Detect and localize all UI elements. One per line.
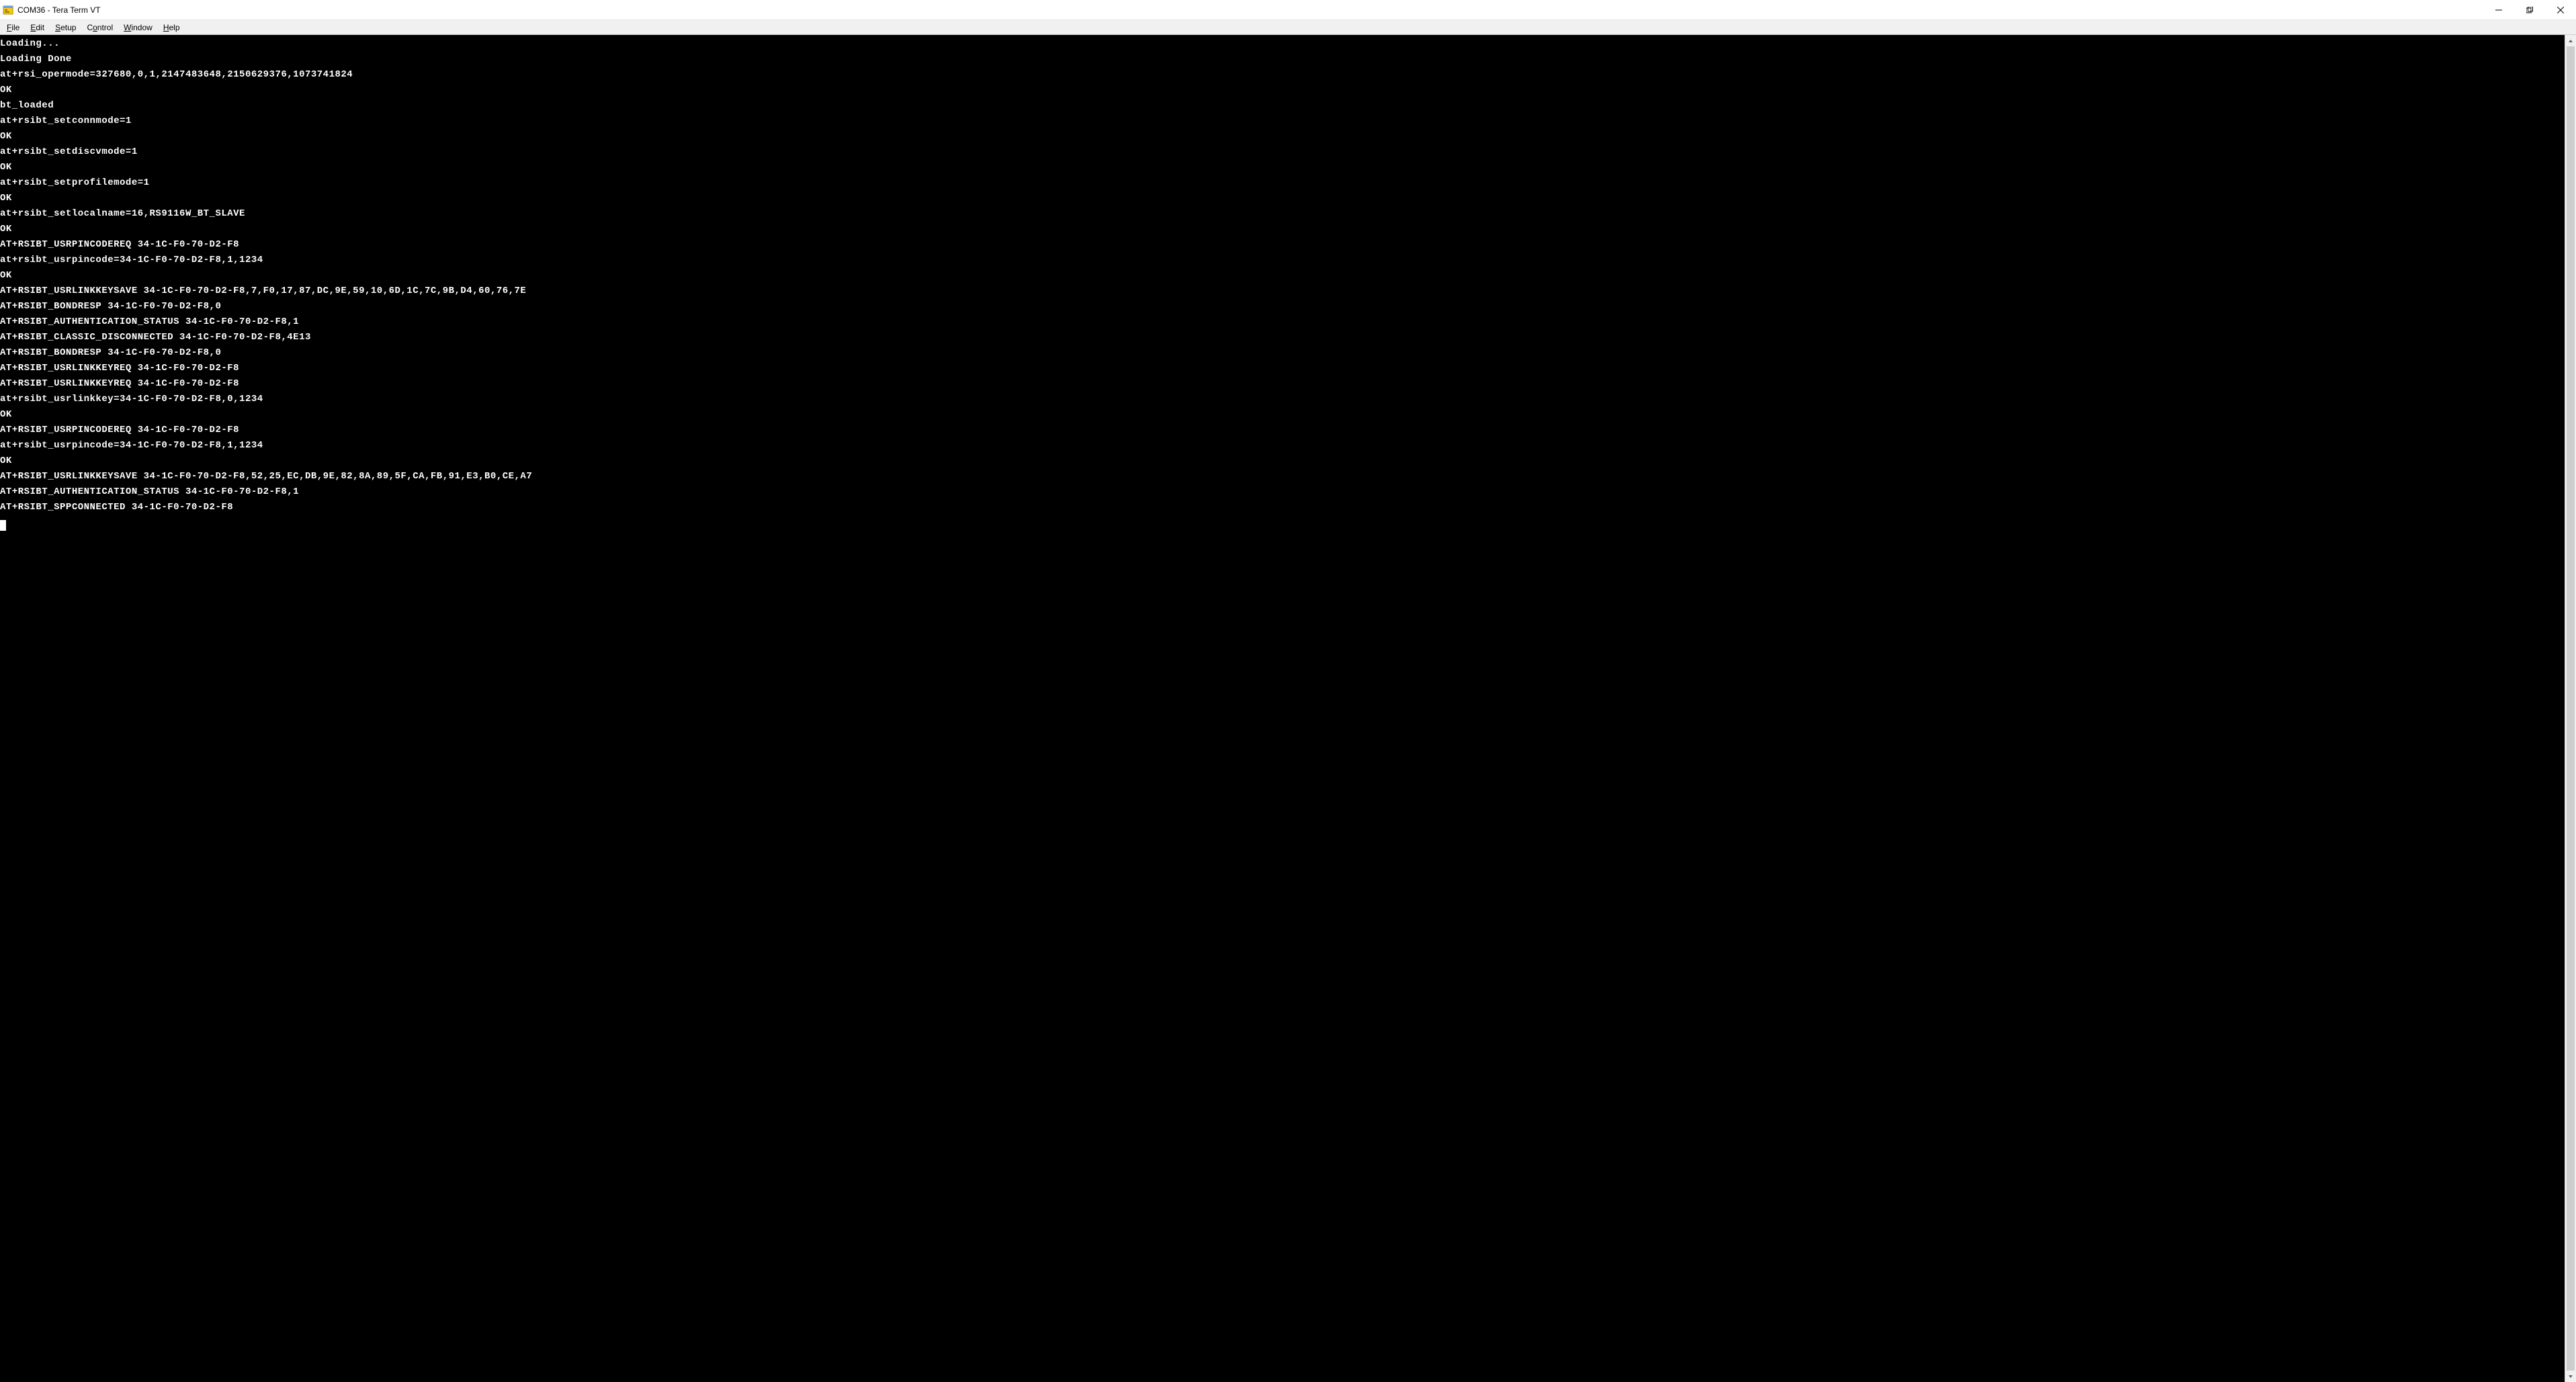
- cursor-icon: [0, 520, 6, 531]
- terminal-line: OK: [0, 268, 2565, 284]
- terminal-line: at+rsibt_usrpincode=34-1C-F0-70-D2-F8,1,…: [0, 438, 2565, 454]
- terminal[interactable]: Loading...Loading Doneat+rsi_opermode=32…: [0, 35, 2565, 1382]
- terminal-line: AT+RSIBT_USRPINCODEREQ 34-1C-F0-70-D2-F8: [0, 423, 2565, 438]
- terminal-line: Loading...: [0, 36, 2565, 52]
- minimize-button[interactable]: [2483, 0, 2514, 19]
- window-title: COM36 - Tera Term VT: [17, 5, 101, 15]
- terminal-line: OK: [0, 407, 2565, 423]
- terminal-line: AT+RSIBT_USRLINKKEYREQ 34-1C-F0-70-D2-F8: [0, 361, 2565, 376]
- terminal-line: Loading Done: [0, 52, 2565, 67]
- terminal-line: at+rsi_opermode=327680,0,1,2147483648,21…: [0, 67, 2565, 83]
- close-button[interactable]: [2545, 0, 2576, 19]
- terminal-line: AT+RSIBT_CLASSIC_DISCONNECTED 34-1C-F0-7…: [0, 330, 2565, 345]
- terminal-line: at+rsibt_setprofilemode=1: [0, 175, 2565, 191]
- terminal-line: at+rsibt_setlocalname=16,RS9116W_BT_SLAV…: [0, 206, 2565, 222]
- menu-item-window[interactable]: Window: [118, 20, 158, 34]
- terminal-line: at+rsibt_setconnmode=1: [0, 114, 2565, 129]
- titlebar[interactable]: COM36 - Tera Term VT: [0, 0, 2576, 20]
- menu-item-edit[interactable]: Edit: [25, 20, 50, 34]
- vertical-scrollbar[interactable]: [2565, 35, 2576, 1382]
- terminal-line: AT+RSIBT_USRLINKKEYREQ 34-1C-F0-70-D2-F8: [0, 376, 2565, 392]
- terminal-line: AT+RSIBT_AUTHENTICATION_STATUS 34-1C-F0-…: [0, 314, 2565, 330]
- terminal-line: OK: [0, 222, 2565, 237]
- terminal-line: OK: [0, 83, 2565, 98]
- terminal-line: AT+RSIBT_USRLINKKEYSAVE 34-1C-F0-70-D2-F…: [0, 469, 2565, 484]
- terminal-line: at+rsibt_usrlinkkey=34-1C-F0-70-D2-F8,0,…: [0, 392, 2565, 407]
- terminal-wrap: Loading...Loading Doneat+rsi_opermode=32…: [0, 35, 2576, 1382]
- scroll-up-arrow-icon[interactable]: [2565, 35, 2576, 46]
- terminal-line: AT+RSIBT_USRLINKKEYSAVE 34-1C-F0-70-D2-F…: [0, 284, 2565, 299]
- menu-item-help[interactable]: Help: [158, 20, 185, 34]
- terminal-line: AT+RSIBT_BONDRESP 34-1C-F0-70-D2-F8,0: [0, 299, 2565, 314]
- terminal-line: bt_loaded: [0, 98, 2565, 114]
- terminal-line: at+rsibt_setdiscvmode=1: [0, 144, 2565, 160]
- menubar: FileEditSetupControlWindowHelp: [0, 20, 2576, 35]
- window-controls: [2483, 0, 2576, 19]
- terminal-line: AT+RSIBT_USRPINCODEREQ 34-1C-F0-70-D2-F8: [0, 237, 2565, 253]
- scroll-track[interactable]: [2565, 46, 2576, 1371]
- terminal-line: OK: [0, 129, 2565, 144]
- maximize-button[interactable]: [2514, 0, 2545, 19]
- terminal-line: OK: [0, 160, 2565, 175]
- terminal-line: at+rsibt_usrpincode=34-1C-F0-70-D2-F8,1,…: [0, 253, 2565, 268]
- terminal-cursor-line: [0, 515, 2565, 531]
- terminal-line: AT+RSIBT_AUTHENTICATION_STATUS 34-1C-F0-…: [0, 484, 2565, 500]
- terminal-line: OK: [0, 191, 2565, 206]
- terminal-line: AT+RSIBT_BONDRESP 34-1C-F0-70-D2-F8,0: [0, 345, 2565, 361]
- terminal-line: OK: [0, 454, 2565, 469]
- app-icon: [3, 5, 13, 15]
- scroll-down-arrow-icon[interactable]: [2565, 1371, 2576, 1382]
- menu-item-control[interactable]: Control: [81, 20, 118, 34]
- menu-item-setup[interactable]: Setup: [50, 20, 81, 34]
- scroll-thumb[interactable]: [2567, 46, 2575, 1371]
- terminal-line: AT+RSIBT_SPPCONNECTED 34-1C-F0-70-D2-F8: [0, 500, 2565, 515]
- menu-item-file[interactable]: File: [1, 20, 25, 34]
